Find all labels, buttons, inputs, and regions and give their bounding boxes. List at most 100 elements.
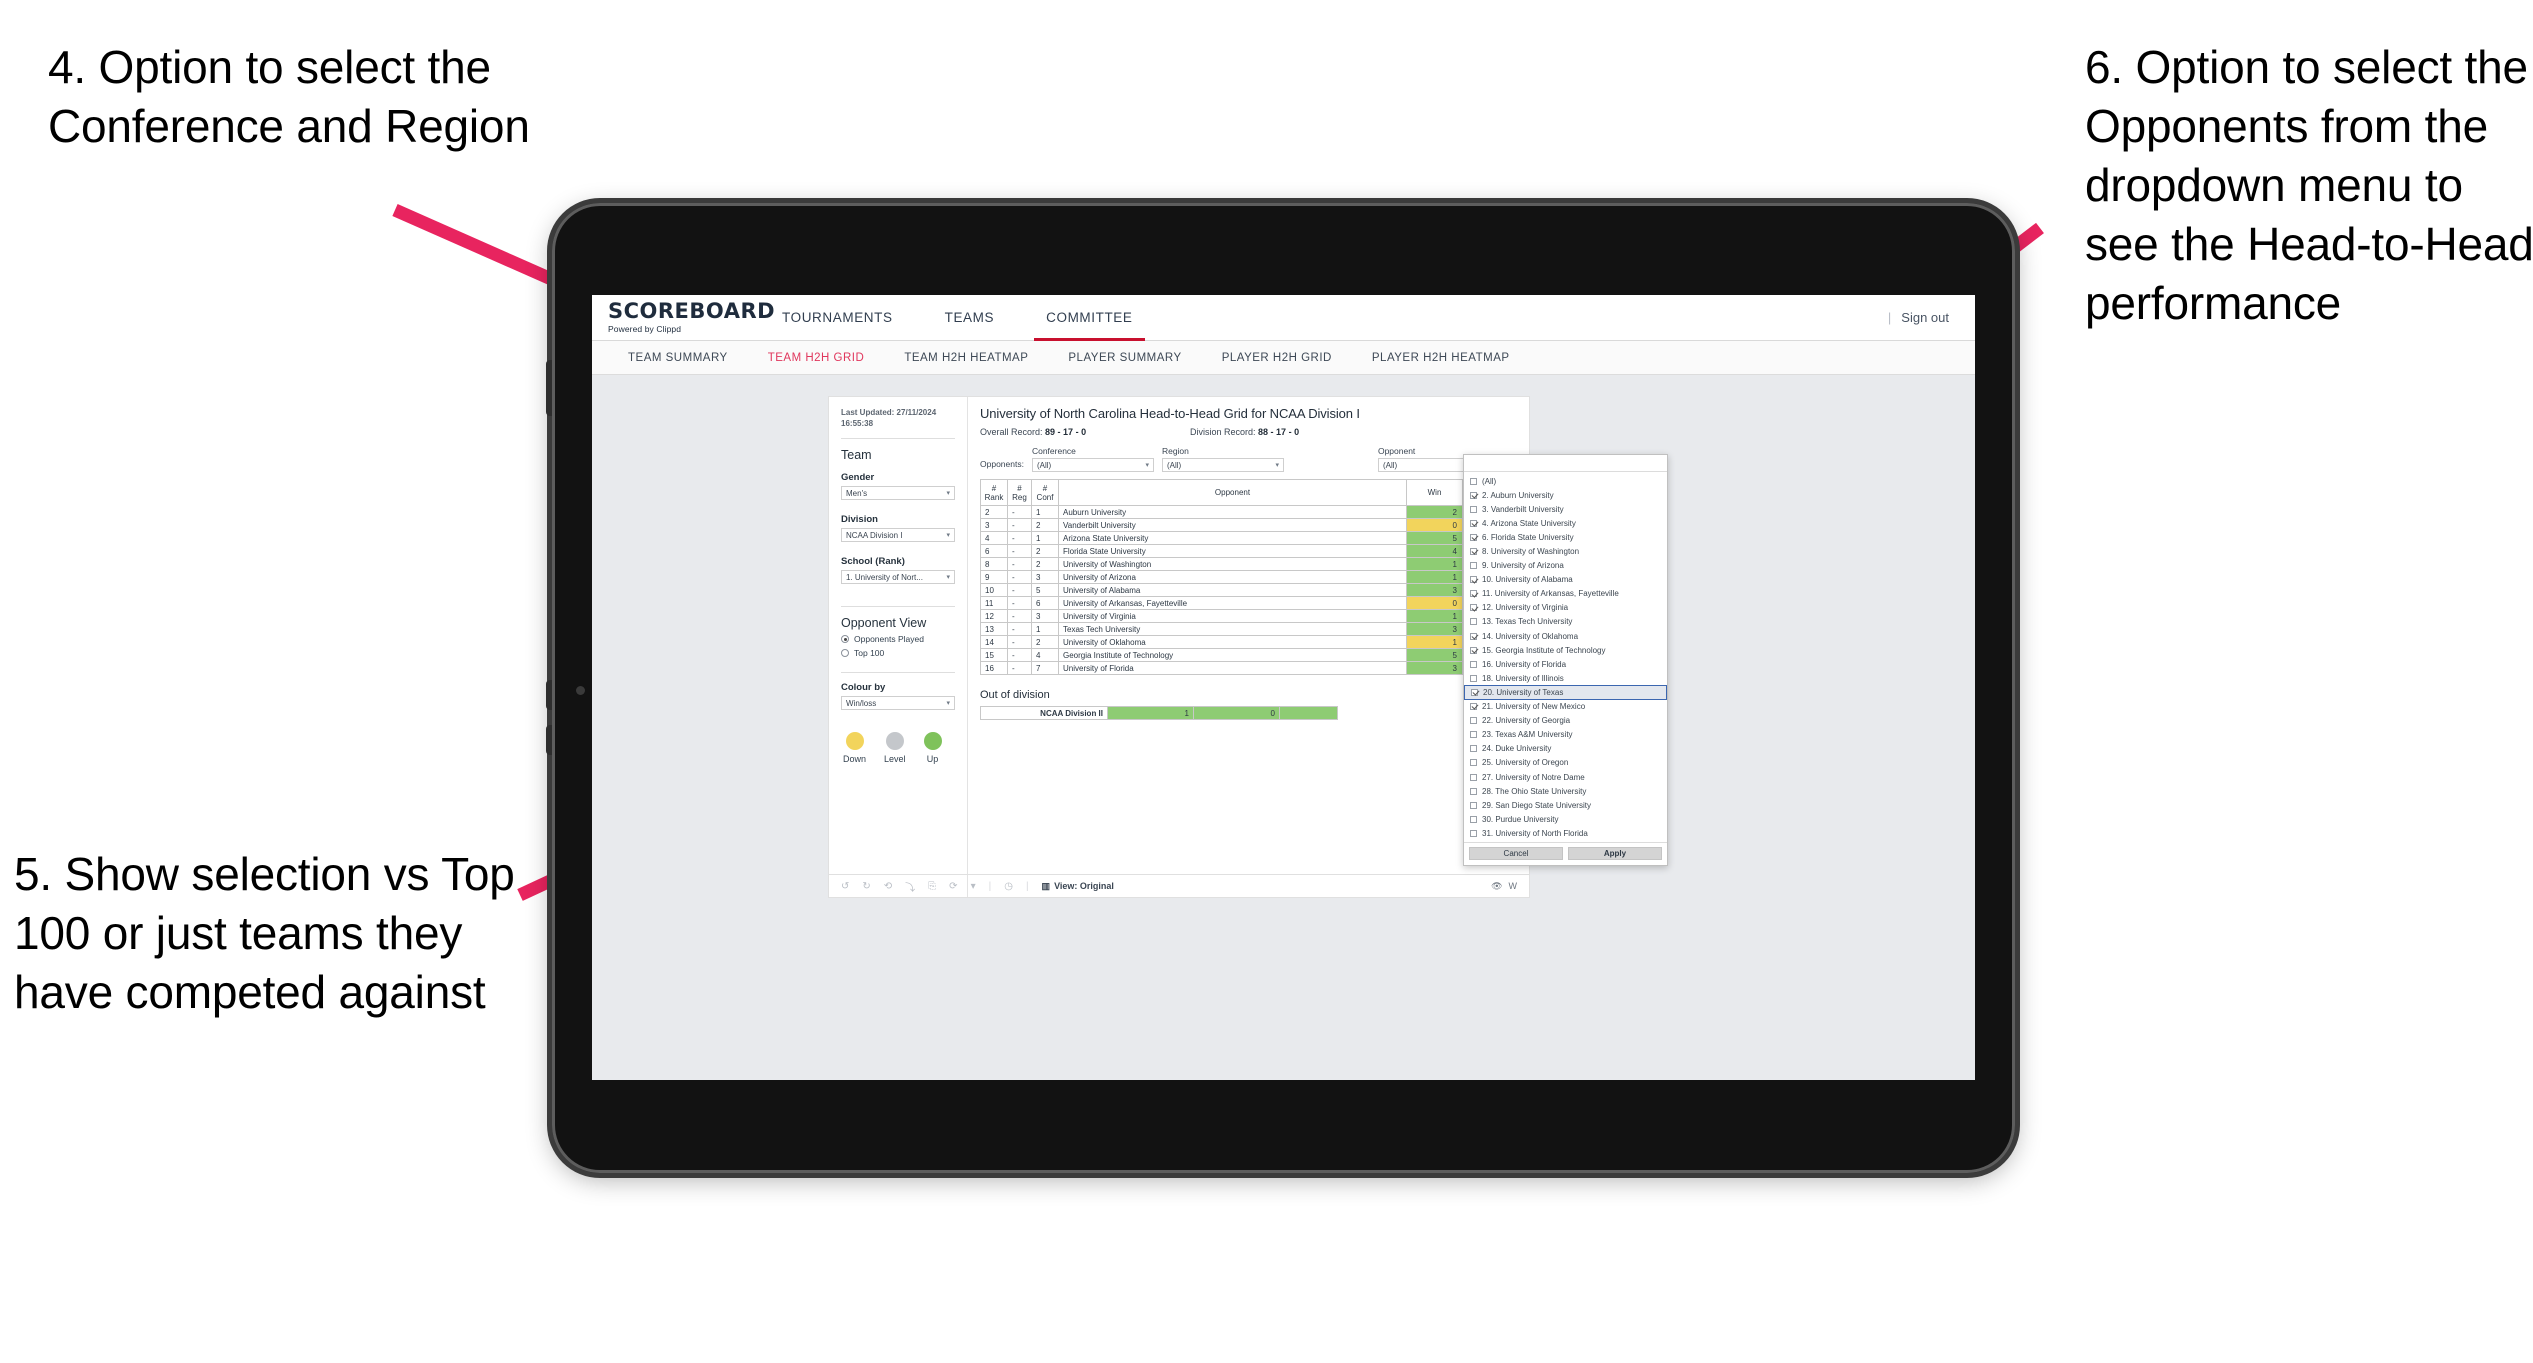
checkbox-checked-icon[interactable] bbox=[1470, 576, 1477, 584]
table-row[interactable]: 12-3University of Virginia10 bbox=[980, 609, 1519, 623]
region-filter-select[interactable]: (All) ▾ bbox=[1161, 458, 1284, 472]
opponent-option[interactable]: 11. University of Arkansas, Fayetteville bbox=[1464, 587, 1667, 601]
chevron-down-icon[interactable]: ▾ bbox=[971, 881, 976, 892]
opponent-option[interactable]: 9. University of Arizona bbox=[1464, 559, 1667, 573]
checkbox-checked-icon[interactable] bbox=[1470, 604, 1477, 612]
conference-filter-select[interactable]: (All) ▾ bbox=[1031, 458, 1154, 472]
opponent-option[interactable]: 21. University of New Mexico bbox=[1464, 700, 1667, 714]
radio-top-100[interactable]: Top 100 bbox=[841, 648, 955, 658]
sub-tab-player-h2h-heatmap[interactable]: PLAYER H2H HEATMAP bbox=[1352, 352, 1530, 364]
sub-tab-team-h2h-heatmap[interactable]: TEAM H2H HEATMAP bbox=[884, 352, 1048, 364]
checkbox-unchecked-icon[interactable] bbox=[1470, 773, 1477, 781]
revert-icon[interactable]: ⟲ bbox=[884, 881, 892, 892]
opponent-search-input[interactable] bbox=[1464, 455, 1667, 472]
division-select[interactable]: NCAA Division I ▾ bbox=[841, 528, 955, 543]
column-header-win[interactable]: Win bbox=[1406, 479, 1463, 506]
volume-down-button[interactable] bbox=[546, 725, 553, 755]
opponent-option[interactable]: 12. University of Virginia bbox=[1464, 601, 1667, 615]
checkbox-unchecked-icon[interactable] bbox=[1470, 477, 1477, 485]
opponent-option[interactable]: 29. San Diego State University bbox=[1464, 798, 1667, 812]
column-header-reg[interactable]: # Reg bbox=[1007, 479, 1032, 506]
table-row[interactable]: 15-4Georgia Institute of Technology50 bbox=[980, 648, 1519, 662]
checkbox-checked-icon[interactable] bbox=[1470, 548, 1477, 556]
table-row[interactable]: 2-1Auburn University21 bbox=[980, 505, 1519, 519]
table-row[interactable]: 11-6 University of Arkansas, Fayetteville… bbox=[980, 596, 1519, 610]
checkbox-checked-icon[interactable] bbox=[1470, 590, 1477, 598]
table-row[interactable]: 4-1Arizona State University51 bbox=[980, 531, 1519, 545]
opponent-option[interactable]: 4. Arizona State University bbox=[1464, 516, 1667, 530]
nav-tab-committee[interactable]: COMMITTEE bbox=[1020, 295, 1158, 341]
checkbox-checked-icon[interactable] bbox=[1470, 519, 1477, 527]
opponent-option[interactable]: 14. University of Oklahoma bbox=[1464, 629, 1667, 643]
table-row[interactable]: 9-3University of Arizona10 bbox=[980, 570, 1519, 584]
table-row[interactable]: 16-7University of Florida31 bbox=[980, 661, 1519, 675]
checkbox-unchecked-icon[interactable] bbox=[1470, 660, 1477, 668]
volume-up-button[interactable] bbox=[546, 680, 553, 710]
refresh-icon[interactable]: ⤵ bbox=[905, 879, 915, 894]
opponent-option[interactable]: 3. Vanderbilt University bbox=[1464, 502, 1667, 516]
table-row[interactable]: 13-1Texas Tech University30 bbox=[980, 622, 1519, 636]
checkbox-unchecked-icon[interactable] bbox=[1470, 759, 1477, 767]
opponent-option[interactable]: (All) bbox=[1464, 474, 1667, 488]
sub-tab-player-h2h-grid[interactable]: PLAYER H2H GRID bbox=[1202, 352, 1352, 364]
out-of-division-row[interactable]: NCAA Division II 1 0 bbox=[980, 706, 1338, 720]
opponent-option[interactable]: 31. University of North Florida bbox=[1464, 826, 1667, 840]
nav-tab-teams[interactable]: TEAMS bbox=[919, 295, 1021, 341]
table-row[interactable]: 6-2Florida State University42 bbox=[980, 544, 1519, 558]
checkbox-unchecked-icon[interactable] bbox=[1470, 745, 1477, 753]
opponent-option[interactable]: 16. University of Florida bbox=[1464, 657, 1667, 671]
colour-by-select[interactable]: Win/loss ▾ bbox=[841, 696, 955, 711]
opponent-option[interactable]: 24. Duke University bbox=[1464, 742, 1667, 756]
column-header-rank[interactable]: # Rank bbox=[980, 479, 1008, 506]
redo-icon[interactable]: ↻ bbox=[862, 881, 870, 892]
opponent-option[interactable]: 18. University of Illinois bbox=[1464, 671, 1667, 685]
checkbox-unchecked-icon[interactable] bbox=[1470, 815, 1477, 823]
app-logo[interactable]: SCOREBOARD Powered by Clippd bbox=[608, 301, 775, 335]
gender-select[interactable]: Men's ▾ bbox=[841, 486, 955, 501]
column-header-opponent[interactable]: Opponent bbox=[1058, 479, 1407, 506]
checkbox-unchecked-icon[interactable] bbox=[1470, 801, 1477, 809]
opponent-option[interactable]: 27. University of Notre Dame bbox=[1464, 770, 1667, 784]
checkbox-unchecked-icon[interactable] bbox=[1470, 674, 1477, 682]
pause-updates-icon[interactable]: ⎘ bbox=[928, 881, 936, 892]
checkbox-checked-icon[interactable] bbox=[1470, 646, 1477, 654]
opponent-option[interactable]: 15. Georgia Institute of Technology bbox=[1464, 643, 1667, 657]
table-row[interactable]: 8-2University of Washington10 bbox=[980, 557, 1519, 571]
table-row[interactable]: 14-2University of Oklahoma12 bbox=[980, 635, 1519, 649]
sign-out-link[interactable]: Sign out bbox=[1901, 310, 1949, 325]
checkbox-checked-icon[interactable] bbox=[1470, 533, 1477, 541]
sub-tab-player-summary[interactable]: PLAYER SUMMARY bbox=[1048, 352, 1201, 364]
checkbox-unchecked-icon[interactable] bbox=[1470, 505, 1477, 513]
apply-button[interactable]: Apply bbox=[1568, 847, 1662, 861]
nav-tab-tournaments[interactable]: TOURNAMENTS bbox=[756, 295, 919, 341]
table-row[interactable]: 10-5University of Alabama30 bbox=[980, 583, 1519, 597]
loop-icon[interactable]: ⟳ bbox=[949, 881, 957, 892]
opponent-option[interactable]: 23. Texas A&M University bbox=[1464, 728, 1667, 742]
checkbox-unchecked-icon[interactable] bbox=[1470, 829, 1477, 837]
checkbox-unchecked-icon[interactable] bbox=[1470, 717, 1477, 725]
opponent-dropdown-menu[interactable]: (All) 2. Auburn University 3. Vanderbilt U… bbox=[1463, 454, 1668, 867]
column-header-conf[interactable]: # Conf bbox=[1031, 479, 1059, 506]
checkbox-unchecked-icon[interactable] bbox=[1470, 787, 1477, 795]
opponent-option[interactable]: 30. Purdue University bbox=[1464, 812, 1667, 826]
table-row[interactable]: 3-2Vanderbilt University04 bbox=[980, 518, 1519, 532]
checkbox-unchecked-icon[interactable] bbox=[1470, 731, 1477, 739]
opponent-option[interactable]: 8. University of Washington bbox=[1464, 544, 1667, 558]
watch-icon[interactable]: 👁 bbox=[1491, 881, 1502, 892]
school-rank-select[interactable]: 1. University of Nort... ▾ bbox=[841, 570, 955, 585]
power-button[interactable] bbox=[546, 360, 553, 416]
opponent-option[interactable]: 22. University of Georgia bbox=[1464, 714, 1667, 728]
checkbox-checked-icon[interactable] bbox=[1470, 703, 1477, 711]
sub-tab-team-h2h-grid[interactable]: TEAM H2H GRID bbox=[748, 352, 885, 364]
undo-icon[interactable]: ↺ bbox=[841, 881, 849, 892]
checkbox-checked-icon[interactable] bbox=[1471, 688, 1478, 696]
cancel-button[interactable]: Cancel bbox=[1469, 847, 1563, 861]
opponent-option[interactable]: 2. Auburn University bbox=[1464, 488, 1667, 502]
radio-opponents-played[interactable]: Opponents Played bbox=[841, 634, 955, 644]
opponent-option[interactable]: 20. University of Texas bbox=[1464, 685, 1667, 700]
opponent-option[interactable]: 13. Texas Tech University bbox=[1464, 615, 1667, 629]
view-original-button[interactable]: ▥ View: Original bbox=[1042, 881, 1114, 892]
history-icon[interactable]: ◷ bbox=[1004, 881, 1013, 892]
checkbox-checked-icon[interactable] bbox=[1470, 491, 1477, 499]
opponent-option[interactable]: 28. The Ohio State University bbox=[1464, 784, 1667, 798]
